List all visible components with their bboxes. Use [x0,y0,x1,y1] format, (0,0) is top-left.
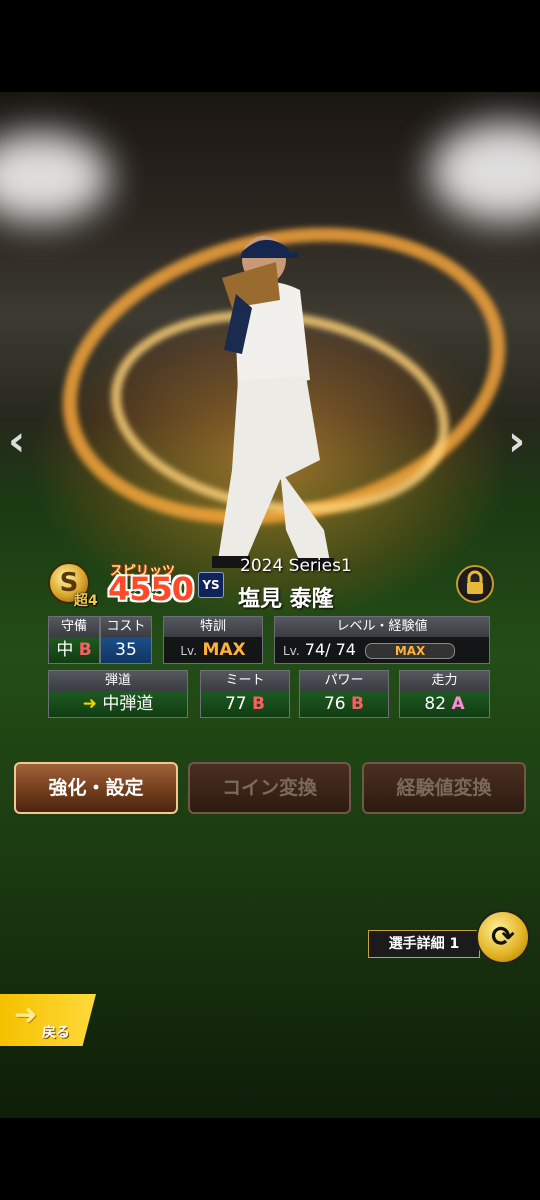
coin-convert-button[interactable]: コイン変換 [188,762,351,814]
training-panel: 特訓 Lv. MAX [163,616,263,664]
stadium-light-left [0,132,110,222]
power-value: 76 B [300,691,388,717]
level-lv-prefix: Lv. [283,644,300,658]
training-max: MAX [202,640,246,660]
contact-value: 77 B [201,691,289,717]
cost-panel: コスト 35 [100,616,152,664]
level-separator: / [325,640,331,659]
series-label: 2024 Series1 [240,556,352,576]
exp-max-label: MAX [394,643,426,658]
back-arrow-icon: ➜ [14,998,38,1031]
training-value: Lv. MAX [164,637,262,663]
back-label: 戻る [42,1025,70,1041]
defense-grade: B [78,640,92,660]
lock-icon [467,570,483,594]
enhance-settings-button[interactable]: 強化・設定 [14,762,178,814]
contact-grade: B [252,694,265,714]
speed-grade: A [451,694,465,714]
level-current: 74 [304,640,326,659]
player-name: 塩見 泰隆 [238,587,334,612]
speed-number: 82 [424,694,447,714]
team-logo-icon: YS [198,572,224,598]
back-button[interactable]: ➜ 戻る [0,994,96,1046]
level-header: レベル・経験値 [275,617,489,637]
level-panel: レベル・経験値 Lv. 74/ 74 MAX [274,616,490,664]
swap-icon[interactable]: ⟳ [476,910,530,964]
top-bar [0,0,540,92]
speed-panel: 走力 82 A [399,670,490,718]
next-player-arrow[interactable]: › [508,420,525,462]
speed-header: 走力 [400,671,489,691]
training-lv-prefix: Lv. [180,644,198,658]
defense-position: 中 [56,640,74,660]
speed-value: 82 A [400,691,489,717]
stadium-light-right [430,122,540,222]
cost-header: コスト [101,617,151,637]
prev-player-arrow[interactable]: ‹ [8,420,25,462]
trajectory-panel: 弾道 ➜ 中弾道 [48,670,188,718]
spirit-value: 4550 [108,570,194,608]
bottom-bar [0,1118,540,1200]
player-detail-button[interactable]: 選手詳細 1 [368,930,480,958]
power-header: パワー [300,671,388,691]
defense-header: 守備 [49,617,99,637]
trajectory-value: ➜ 中弾道 [49,691,187,717]
defense-value: 中 B [49,637,99,663]
rarity-tag: 超4 [74,593,98,609]
exp-convert-button[interactable]: 経験値変換 [362,762,526,814]
trajectory-arrow-icon: ➜ [82,694,97,714]
power-panel: パワー 76 B [299,670,389,718]
defense-panel: 守備 中 B [48,616,100,664]
contact-number: 77 [224,694,247,714]
trajectory-header: 弾道 [49,671,187,691]
contact-header: ミート [201,671,289,691]
exp-bar: MAX [365,642,456,659]
power-number: 76 [323,694,346,714]
contact-panel: ミート 77 B [200,670,290,718]
level-value: Lv. 74/ 74 MAX [275,637,489,663]
training-header: 特訓 [164,617,262,637]
cost-value: 35 [101,637,151,663]
power-grade: B [351,694,364,714]
level-max: 74 [335,640,356,659]
trajectory-text: 中弾道 [102,694,154,714]
player-image [212,236,334,570]
lock-button[interactable] [456,565,494,603]
